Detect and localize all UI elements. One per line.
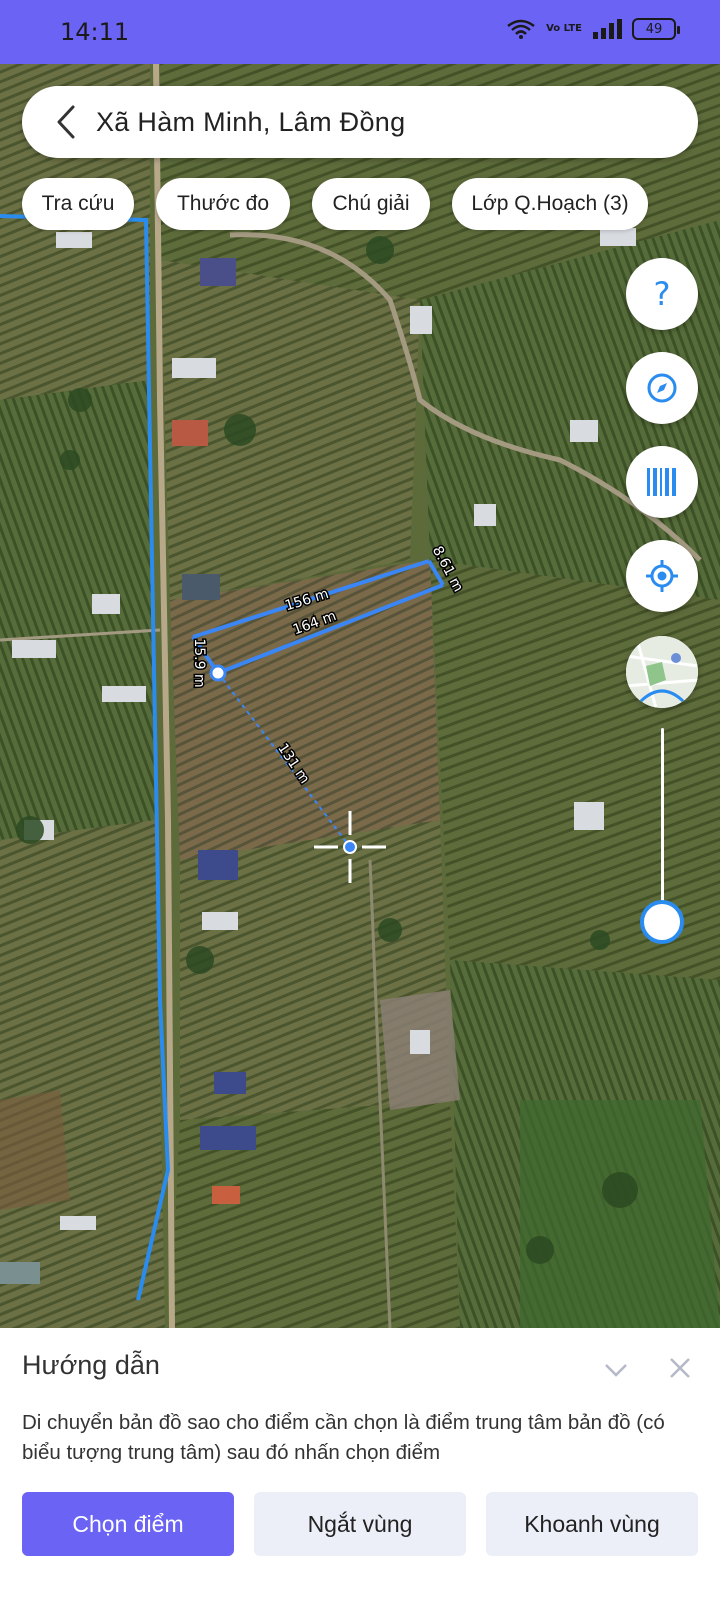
close-icon[interactable] bbox=[664, 1352, 696, 1384]
signal-icon bbox=[592, 18, 622, 40]
battery-icon: 49 bbox=[632, 18, 680, 40]
back-arrow-icon[interactable] bbox=[36, 86, 96, 158]
sheet-title: Hướng dẫn bbox=[22, 1350, 160, 1380]
zoom-slider-track[interactable] bbox=[661, 728, 664, 918]
map-thumbnail-icon bbox=[626, 636, 698, 708]
measure-label-159: 15.9 m bbox=[191, 638, 207, 687]
chip-tra-cuu[interactable]: Tra cứu bbox=[22, 178, 134, 230]
cut-area-button[interactable]: Ngắt vùng bbox=[254, 1492, 466, 1556]
draw-area-button[interactable]: Khoanh vùng bbox=[486, 1492, 698, 1556]
layer-thumbnail[interactable] bbox=[626, 636, 698, 708]
locate-button[interactable] bbox=[626, 540, 698, 612]
map-canvas[interactable]: 156 m 164 m 8.61 m 15.9 m 131 m bbox=[0, 64, 720, 1328]
chip-thuoc-do[interactable]: Thước đo bbox=[156, 178, 290, 230]
compass-icon bbox=[647, 373, 677, 403]
zoom-slider-thumb[interactable] bbox=[640, 900, 684, 944]
status-icons: Vo LTE 49 bbox=[506, 18, 680, 40]
help-icon: ? bbox=[653, 275, 671, 313]
tool-chips: Tra cứu Thước đo Chú giải Lớp Q.Hoạch (3… bbox=[0, 178, 720, 230]
barcode-button[interactable] bbox=[626, 446, 698, 518]
barcode-icon bbox=[647, 468, 676, 496]
chip-chu-giai[interactable]: Chú giải bbox=[312, 178, 430, 230]
locate-icon bbox=[646, 560, 678, 592]
location-title[interactable]: Xã Hàm Minh, Lâm Đồng bbox=[96, 107, 405, 138]
choose-point-button[interactable]: Chọn điểm bbox=[22, 1492, 234, 1556]
chip-lop-quy-hoach[interactable]: Lớp Q.Hoạch (3) bbox=[452, 178, 648, 230]
sheet-instruction: Di chuyển bản đồ sao cho điểm cần chọn l… bbox=[22, 1411, 665, 1464]
search-bar[interactable]: Xã Hàm Minh, Lâm Đồng bbox=[22, 86, 698, 158]
chevron-down-icon[interactable] bbox=[600, 1354, 632, 1386]
help-button[interactable]: ? bbox=[626, 258, 698, 330]
guide-sheet: Hướng dẫn Di chuyển bản đồ sao cho điểm … bbox=[0, 1328, 720, 1612]
compass-button[interactable] bbox=[626, 352, 698, 424]
volte-icon: Vo LTE bbox=[546, 23, 582, 34]
wifi-icon bbox=[506, 18, 536, 40]
status-bar: 14:11 Vo LTE 49 bbox=[0, 0, 720, 64]
satellite-map[interactable]: 156 m 164 m 8.61 m 15.9 m 131 m bbox=[0, 64, 720, 1328]
status-time: 14:11 bbox=[60, 18, 130, 46]
